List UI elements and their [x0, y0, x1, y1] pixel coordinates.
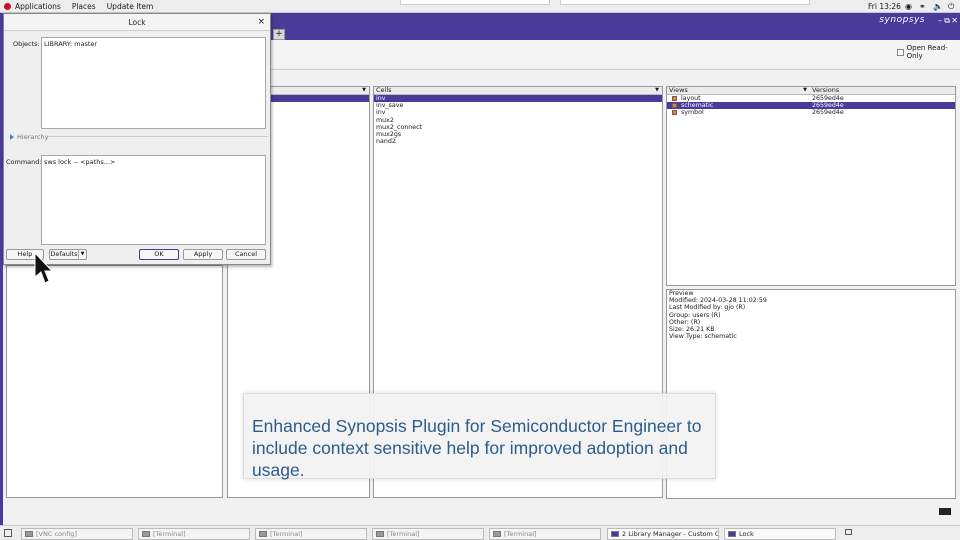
cell-item[interactable]: mux2 — [374, 117, 662, 124]
top-search-field-2[interactable] — [560, 0, 810, 5]
preview-group: Group: users (R) — [669, 311, 721, 319]
expand-triangle-icon[interactable] — [10, 134, 14, 140]
schematic-view-icon — [672, 103, 677, 109]
library-manager-icon — [611, 531, 619, 537]
taskbar-item[interactable]: [Terminal] — [255, 528, 367, 540]
workspace-switcher-icon[interactable] — [845, 529, 852, 535]
sort-arrow-icon[interactable]: ▼ — [655, 87, 659, 94]
command-value: sws lock -- <paths...> — [44, 158, 116, 166]
minimize-icon[interactable]: – — [938, 16, 942, 25]
preview-size: Size: 26.21 KB — [669, 325, 715, 333]
preview-header: Preview — [669, 290, 694, 297]
ok-button[interactable]: OK — [139, 249, 179, 260]
taskbar-item-library-manager[interactable]: 2 Library Manager - Custom C... — [607, 528, 719, 540]
terminal-icon — [142, 531, 150, 537]
console-icon[interactable] — [939, 508, 951, 515]
top-bar: Applications Places Update Item Fri 13:2… — [0, 0, 960, 13]
cells-header[interactable]: Cells ▼ — [374, 87, 662, 95]
preview-modified: Modified: 2024-03-28 11:02:59 — [669, 297, 767, 305]
maximize-icon[interactable]: ⧉ — [944, 16, 950, 26]
cell-item[interactable]: inv — [374, 109, 662, 116]
dialog-title: Lock — [4, 14, 270, 31]
cell-item[interactable]: inv — [374, 95, 662, 103]
hierarchy-expander[interactable]: Hierarchy — [10, 133, 48, 141]
command-label: Command: — [6, 158, 42, 166]
distro-logo-icon[interactable] — [4, 2, 11, 10]
chevron-down-icon[interactable]: ▼ — [78, 250, 86, 259]
close-icon[interactable]: ✕ — [951, 16, 958, 25]
view-row-symbol[interactable]: symbol 2659ed4e — [667, 109, 955, 116]
taskbar-item-lock[interactable]: Lock — [724, 528, 836, 540]
apply-button[interactable]: Apply — [183, 249, 223, 260]
views-header[interactable]: Views ▼ Versions — [667, 87, 955, 95]
hierarchy-label: Hierarchy — [17, 133, 49, 141]
preview-view-type: View Type: schematic — [669, 333, 737, 341]
versions-header[interactable]: Versions — [812, 87, 839, 94]
divider — [48, 136, 268, 137]
volume-icon[interactable]: 🔈 — [933, 2, 943, 11]
cell-item[interactable]: mux2_connect — [374, 124, 662, 131]
taskbar-item[interactable]: [Terminal] — [372, 528, 484, 540]
cell-item[interactable]: nand2 — [374, 138, 662, 145]
terminal-icon — [259, 531, 267, 537]
open-read-only-label: Open Read-Only — [906, 44, 948, 60]
objects-value: LIBRARY: master — [44, 40, 98, 48]
command-field[interactable]: sws lock -- <paths...> — [41, 155, 266, 245]
categories-panel[interactable] — [6, 265, 223, 498]
places-menu[interactable]: Places — [72, 2, 96, 11]
sort-arrow-icon[interactable]: ▼ — [803, 87, 807, 94]
layout-view-icon — [672, 96, 677, 102]
add-tab-button[interactable]: + — [273, 29, 285, 40]
sort-arrow-icon[interactable]: ▼ — [362, 87, 366, 94]
lock-window-icon — [728, 531, 736, 537]
objects-label: Objects: — [13, 40, 40, 48]
view-row-schematic[interactable]: schematic 2659ed4e — [667, 102, 955, 110]
cell-item[interactable]: inv_save — [374, 102, 662, 109]
mouse-cursor-icon — [34, 252, 52, 284]
preview-other: Other: (R) — [669, 318, 701, 326]
lock-dialog: Lock × Objects: LIBRARY: master Hierarch… — [3, 13, 271, 265]
preview-modified-by: Last Modified by: gjo (R) — [669, 304, 746, 312]
objects-field[interactable]: LIBRARY: master — [41, 37, 266, 129]
terminal-icon — [376, 531, 384, 537]
caption-text: Enhanced Synopsis Plugin for Semiconduct… — [252, 416, 702, 480]
synopsys-logo: synopsys — [879, 15, 925, 25]
symbol-view-icon — [672, 110, 677, 116]
checkbox-box[interactable] — [897, 48, 904, 56]
clock[interactable]: Fri 13:26 — [868, 2, 901, 11]
taskbar-item[interactable]: [Terminal] — [138, 528, 250, 540]
show-desktop-icon[interactable] — [4, 529, 12, 537]
defaults-button[interactable]: Defaults ▼ — [49, 249, 87, 260]
taskbar-item[interactable]: [VNC config] — [21, 528, 133, 540]
applications-menu[interactable]: Applications — [15, 2, 61, 11]
dialog-close-icon[interactable]: × — [257, 17, 265, 27]
network-icon[interactable]: ⚭ — [919, 2, 926, 11]
caption-overlay: Enhanced Synopsis Plugin for Semiconduct… — [243, 393, 716, 480]
views-panel[interactable]: Views ▼ Versions layout 2659ed4e schemat… — [666, 86, 956, 286]
taskbar-item[interactable]: [Terminal] — [489, 528, 601, 540]
window-icon — [25, 531, 33, 537]
taskbar: [VNC config] [Terminal] [Terminal] [Term… — [0, 525, 960, 540]
cell-item[interactable]: mux2gs — [374, 131, 662, 138]
top-search-field[interactable] — [400, 0, 550, 5]
terminal-icon — [493, 531, 501, 537]
view-row-layout[interactable]: layout 2659ed4e — [667, 95, 955, 102]
cancel-button[interactable]: Cancel — [226, 249, 266, 260]
power-icon[interactable]: ⏻ — [948, 2, 954, 12]
update-item-menu[interactable]: Update Item — [107, 2, 154, 11]
record-icon[interactable]: ◉ — [905, 2, 912, 11]
open-read-only-checkbox[interactable]: Open Read-Only — [897, 44, 960, 60]
